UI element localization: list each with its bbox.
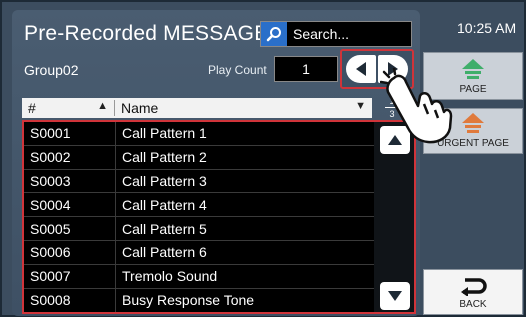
play-count-label: Play Count <box>208 63 267 77</box>
row-id: S0008 <box>24 288 116 313</box>
row-name: Call Pattern 6 <box>122 244 207 261</box>
page-total: 3 <box>389 109 395 119</box>
table-row[interactable]: S0002 Call Pattern 2 <box>24 145 374 170</box>
row-name: Busy Response Tone <box>122 292 255 309</box>
urgent-page-button[interactable]: URGENT PAGE <box>423 108 523 154</box>
app-window: Pre-Recorded MESSAGES Search... 10:25 AM… <box>0 0 526 317</box>
search-icon[interactable] <box>261 22 287 46</box>
row-name: Call Pattern 3 <box>122 172 207 189</box>
row-id: S0002 <box>24 145 116 169</box>
group-label: Group02 <box>24 62 79 78</box>
page-current: 1 <box>389 96 395 106</box>
clock: 10:25 AM <box>457 20 517 36</box>
row-name: Call Pattern 1 <box>122 125 207 142</box>
page-nav-arrows <box>340 49 414 89</box>
back-button-label: BACK <box>459 299 487 310</box>
row-id: S0007 <box>24 264 116 288</box>
play-count-field[interactable]: 1 <box>274 56 338 82</box>
column-header-name[interactable]: Name ▼ <box>114 100 372 116</box>
column-header-id[interactable]: # ▲ <box>22 100 114 116</box>
page-icon <box>462 59 484 79</box>
table-rows: S0001 Call Pattern 1 S0002 Call Pattern 2 … <box>24 122 374 313</box>
scroll-up-icon[interactable] <box>380 126 410 154</box>
row-id: S0005 <box>24 217 116 240</box>
table-row[interactable]: S0007 Tremolo Sound <box>24 264 374 289</box>
row-id: S0001 <box>24 122 116 145</box>
row-id: S0006 <box>24 240 116 264</box>
message-table: S0001 Call Pattern 1 S0002 Call Pattern 2 … <box>22 120 416 314</box>
search-input[interactable]: Search... <box>287 26 349 42</box>
table-row[interactable]: S0005 Call Pattern 5 <box>24 217 374 241</box>
table-row[interactable]: S0001 Call Pattern 1 <box>24 122 374 146</box>
table-row[interactable]: S0004 Call Pattern 4 <box>24 193 374 218</box>
sort-desc-icon: ▼ <box>355 100 366 112</box>
page-button-label: PAGE <box>459 84 487 95</box>
page-button[interactable]: PAGE <box>423 52 523 100</box>
urgent-page-icon <box>462 113 484 133</box>
back-icon <box>461 278 487 297</box>
arrow-left-icon[interactable] <box>346 55 376 83</box>
column-label-name: Name <box>121 100 159 116</box>
urgent-page-button-label: URGENT PAGE <box>437 138 509 149</box>
row-name: Call Pattern 4 <box>122 196 207 213</box>
page-title: Pre-Recorded MESSAGES <box>24 22 283 45</box>
table-header: # ▲ Name ▼ <box>22 98 372 118</box>
row-id: S0004 <box>24 193 116 217</box>
page-indicator: 1 3 <box>374 94 410 122</box>
search-box[interactable]: Search... <box>260 21 412 47</box>
table-row[interactable]: S0008 Busy Response Tone <box>24 288 374 313</box>
row-name: Call Pattern 5 <box>122 220 207 237</box>
row-name: Call Pattern 2 <box>122 149 207 166</box>
row-name: Tremolo Sound <box>122 268 218 285</box>
back-button[interactable]: BACK <box>423 269 523 315</box>
sort-asc-icon: ▲ <box>97 100 108 112</box>
table-row[interactable]: S0006 Call Pattern 6 <box>24 240 374 265</box>
scrollbar <box>374 122 414 312</box>
arrow-right-icon[interactable] <box>378 55 408 83</box>
table-row[interactable]: S0003 Call Pattern 3 <box>24 169 374 194</box>
scroll-down-icon[interactable] <box>380 282 410 310</box>
column-label-id: # <box>28 100 36 116</box>
row-id: S0003 <box>24 169 116 193</box>
